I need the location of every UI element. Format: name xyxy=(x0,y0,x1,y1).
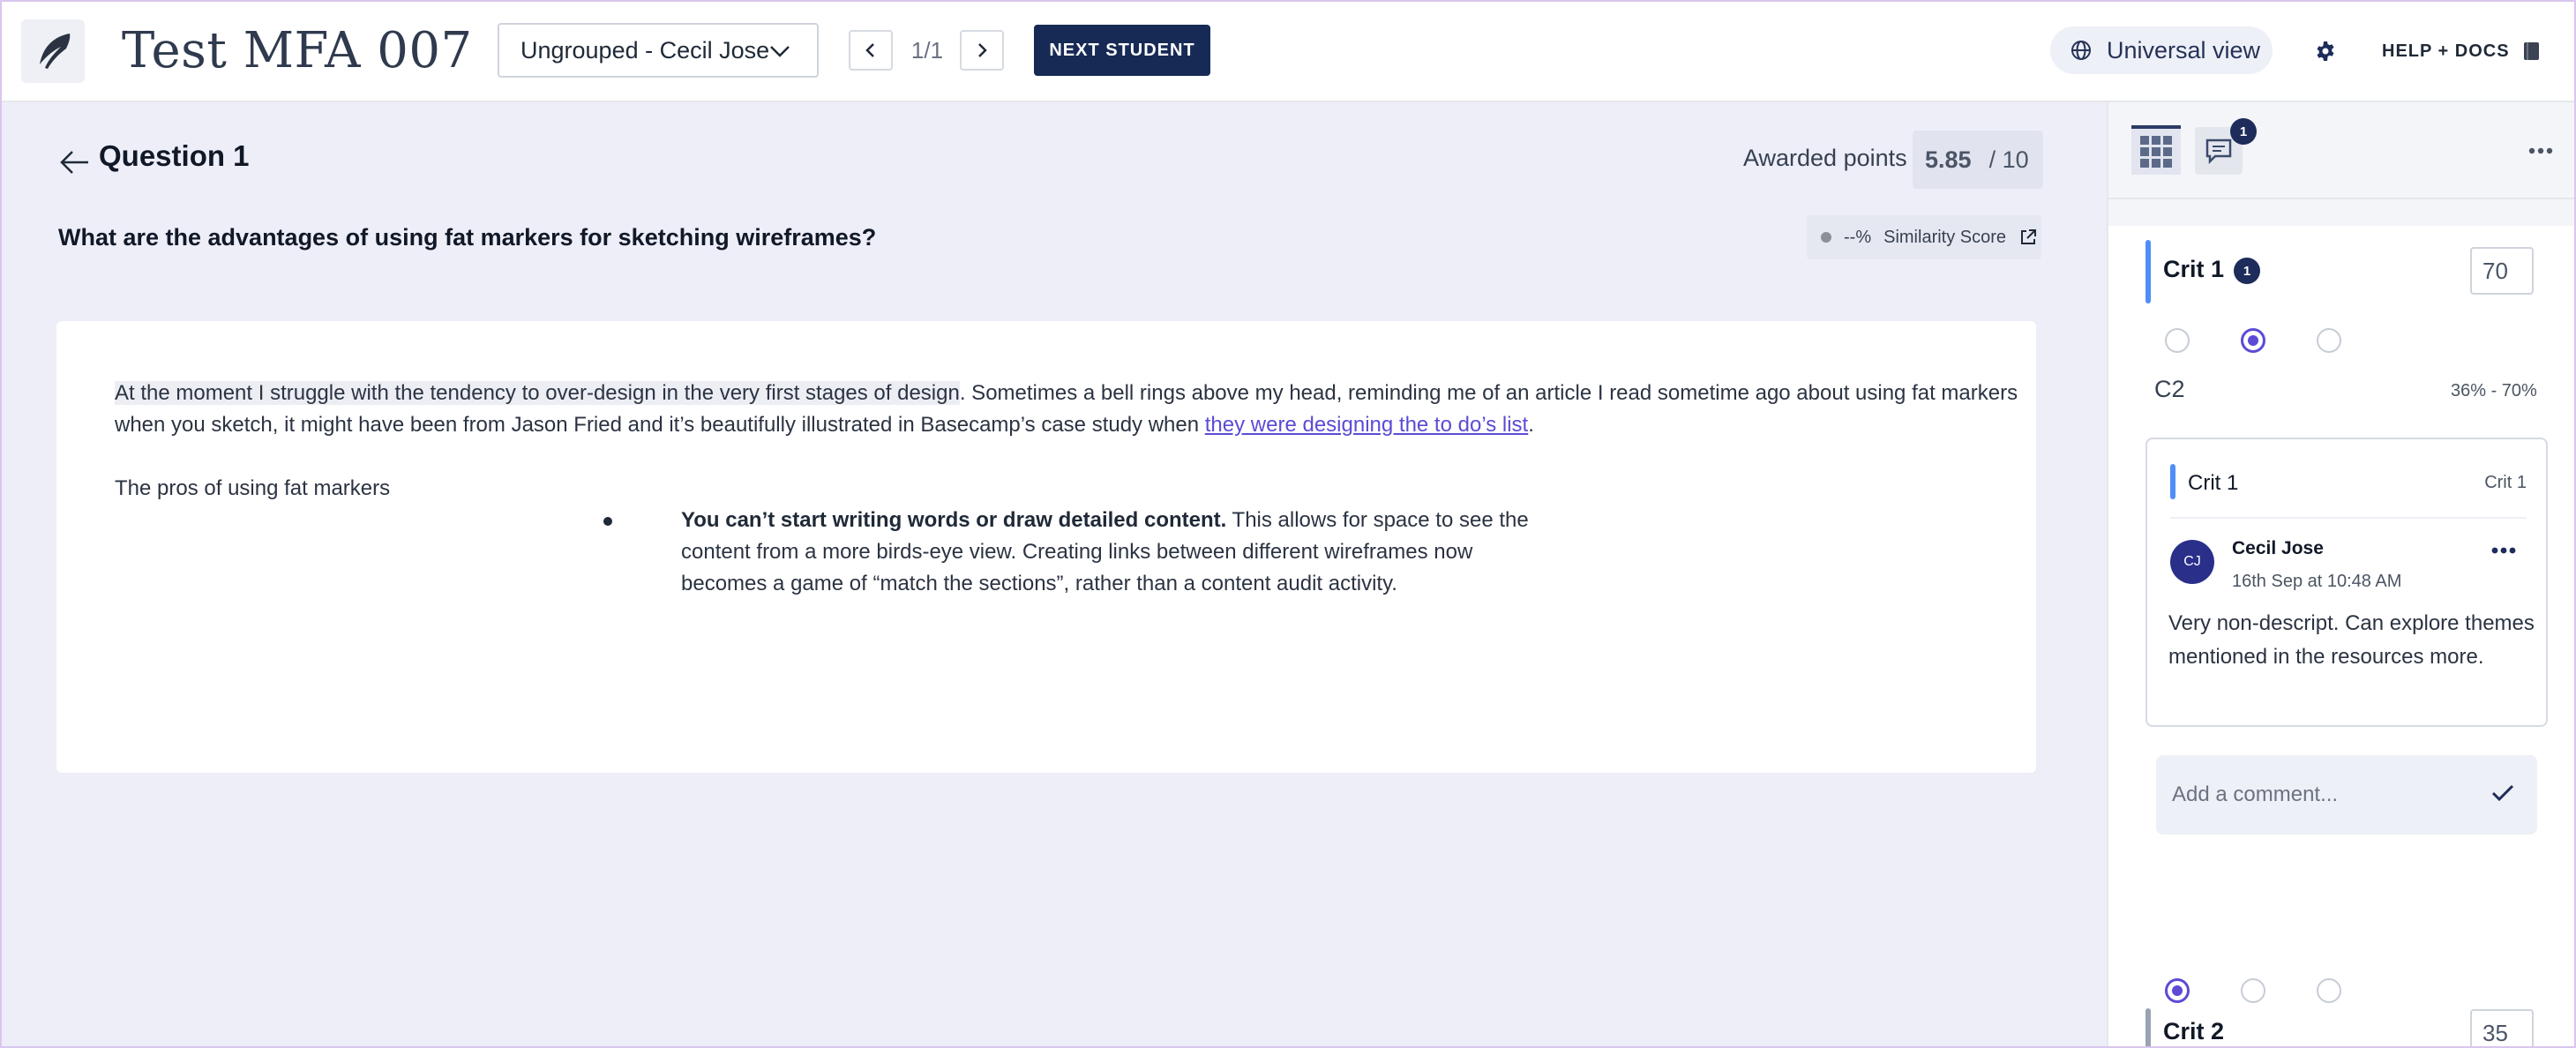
awarded-points-value: 5.85 xyxy=(1925,146,1972,173)
divider xyxy=(2170,517,2527,519)
comment-crit-header: Crit 1 Crit 1 xyxy=(2170,460,2527,505)
chevron-down-icon xyxy=(768,39,792,70)
similarity-score-button[interactable]: --% Similarity Score xyxy=(1807,215,2041,259)
panel-tabs: 1 xyxy=(2108,102,2576,199)
comment-crit-title: Crit 1 xyxy=(2188,471,2239,495)
crit2-level-radio-2[interactable] xyxy=(2241,978,2265,1003)
add-comment-input[interactable]: Add a comment... xyxy=(2156,755,2537,835)
comment-crit-tag: Crit 1 xyxy=(2484,473,2527,492)
bullet-bold-text: You can’t start writing words or draw de… xyxy=(681,508,1227,532)
group-select-value: Ungrouped - Cecil Jose xyxy=(520,36,770,64)
help-docs-label: HELP + DOCS xyxy=(2382,41,2510,61)
feather-logo-icon xyxy=(21,19,85,83)
bullet-icon xyxy=(603,517,612,526)
crit1-level-radio-3[interactable] xyxy=(2317,328,2341,353)
avatar: CJ xyxy=(2170,540,2214,584)
check-icon[interactable] xyxy=(2491,783,2514,803)
crit2-level-radio-3[interactable] xyxy=(2317,978,2341,1003)
back-arrow-icon[interactable] xyxy=(56,145,92,180)
crit2-color-bar xyxy=(2145,1008,2151,1048)
universal-view-label: Universal view xyxy=(2107,36,2261,64)
app-title: Test MFA 007 xyxy=(122,22,473,79)
comment-card: Crit 1 Crit 1 CJ Cecil Jose 16th Sep at … xyxy=(2145,438,2548,727)
crit2-name: Crit 2 xyxy=(2163,1018,2225,1044)
student-page-count: 1/1 xyxy=(910,37,944,64)
student-group-select[interactable]: Ungrouped - Cecil Jose xyxy=(498,23,819,78)
level-label: C2 xyxy=(2154,376,2185,402)
next-arrow-button[interactable] xyxy=(960,30,1004,71)
pros-heading: The pros of using fat markers xyxy=(115,476,391,500)
grading-panel: 1 Crit 1 1 70 C2 36% - 70% Crit 1 Crit 1… xyxy=(2107,102,2576,1048)
grid-icon xyxy=(2140,136,2172,168)
comment-timestamp: 16th Sep at 10:48 AM xyxy=(2232,572,2402,591)
comment-text: Very non-descript. Can explore themes me… xyxy=(2168,611,2535,669)
crit1-level-radio-1[interactable] xyxy=(2165,328,2190,353)
paragraph-end: . xyxy=(1528,413,1534,437)
crit2-level-radio-1[interactable] xyxy=(2165,978,2190,1003)
question-prompt: What are the advantages of using fat mar… xyxy=(58,224,877,251)
crit1-comment-badge: 1 xyxy=(2234,258,2260,284)
previous-student-button[interactable] xyxy=(849,30,893,71)
book-icon xyxy=(2523,42,2539,60)
chevron-right-icon xyxy=(978,43,987,57)
comments-count-badge: 1 xyxy=(2230,118,2257,145)
globe-icon xyxy=(2071,41,2091,60)
crit1-name: Crit 1 xyxy=(2163,256,2225,282)
status-dot-icon xyxy=(1821,232,1831,243)
tab-rubric-grid[interactable] xyxy=(2131,125,2181,175)
chevron-left-icon xyxy=(865,43,874,57)
case-study-link[interactable]: they were designing the to do’s list xyxy=(1205,413,1528,437)
crit1-score-input[interactable]: 70 xyxy=(2470,247,2534,295)
comment-author: Cecil Jose xyxy=(2232,538,2324,558)
rubric-list: Crit 1 1 70 C2 36% - 70% Crit 1 Crit 1 C… xyxy=(2108,226,2576,1048)
crit2-score-input[interactable]: 35 xyxy=(2470,1009,2534,1048)
student-answer-card: At the moment I struggle with the tenden… xyxy=(56,321,2036,773)
comment-icon xyxy=(2205,138,2232,164)
help-docs-link[interactable]: HELP + DOCS xyxy=(2382,35,2542,67)
crit1-color-bar xyxy=(2145,240,2151,303)
answer-paragraph: At the moment I struggle with the tenden… xyxy=(115,378,2038,441)
comment-crit-bar xyxy=(2170,464,2175,499)
list-item: You can’t start writing words or draw de… xyxy=(603,505,1539,600)
settings-gear-icon[interactable] xyxy=(2310,35,2341,67)
level-range: 36% - 70% xyxy=(2451,381,2537,400)
question-title: Question 1 xyxy=(99,139,250,172)
similarity-label: Similarity Score xyxy=(1883,227,2007,247)
crit1-level-radio-2[interactable] xyxy=(2241,328,2265,353)
awarded-points-box[interactable]: 5.85 / 10 xyxy=(1913,131,2043,189)
awarded-points-max: / 10 xyxy=(1988,146,2029,173)
similarity-percent: --% xyxy=(1844,227,1872,247)
external-link-icon xyxy=(2021,229,2037,244)
more-options-icon[interactable] xyxy=(2523,138,2558,164)
next-student-button[interactable]: NEXT STUDENT xyxy=(1034,25,1210,76)
top-bar: Test MFA 007 Ungrouped - Cecil Jose 1/1 … xyxy=(0,0,2576,102)
comment-more-icon[interactable] xyxy=(2486,540,2521,561)
highlighted-text[interactable]: At the moment I struggle with the tenden… xyxy=(115,381,960,405)
main-content: Question 1 Awarded points 5.85 / 10 What… xyxy=(0,102,2107,1048)
universal-view-toggle[interactable]: Universal view xyxy=(2050,26,2273,74)
awarded-points-label: Awarded points xyxy=(1743,145,1907,171)
add-comment-placeholder: Add a comment... xyxy=(2172,782,2339,806)
